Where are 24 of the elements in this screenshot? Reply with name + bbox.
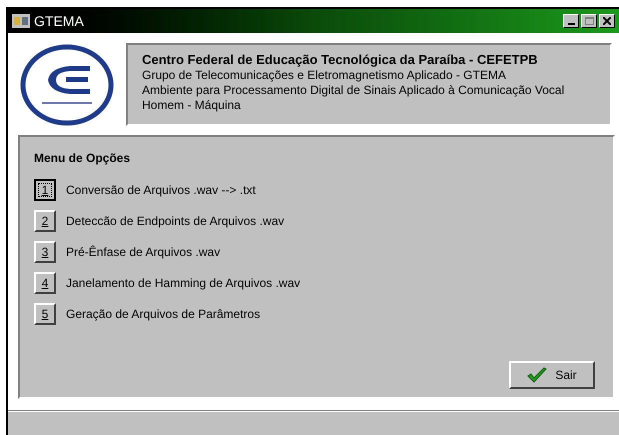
option-button[interactable]: 4 [34,272,56,294]
checkmark-icon [527,367,548,383]
close-icon [603,17,611,25]
header-line: Grupo de Telecomunicações e Eletromagnetismo Aplicado - GTEMA [142,68,507,83]
option-button[interactable]: 5 [34,303,56,325]
close-button[interactable] [599,14,615,28]
header-line: Homem - Máquina [142,98,242,113]
maximize-button[interactable] [581,14,597,28]
exit-button[interactable]: Sair [509,361,595,389]
option-button[interactable]: 3 [34,241,56,263]
minimize-button[interactable] [563,14,579,28]
window-title: GTEMA [34,12,84,30]
header-line: Ambiente para Processamento Digital de Sinais Aplicado à Comunicação Vocal [142,83,566,98]
menu-title: Menu de Opções [34,150,132,167]
option-label: Conversão de Arquivos .wav --> .txt [66,182,256,199]
option-label: Janelamento de Hamming de Arquivos .wav [66,275,300,292]
institution-name: Centro Federal de Educação Tecnológica da Paraíba - CEFETPB [142,51,539,68]
option-label: Pré-Ênfase de Arquivos .wav [66,244,220,261]
logo-icon [20,44,114,126]
option-button[interactable]: 2 [34,210,56,232]
app-icon [12,14,30,28]
option-button[interactable]: 1 [34,179,56,201]
option-label: Deteccão de Endpoints de Arquivos .wav [66,213,284,230]
option-label: Geração de Arquivos de Parâmetros [66,306,260,323]
